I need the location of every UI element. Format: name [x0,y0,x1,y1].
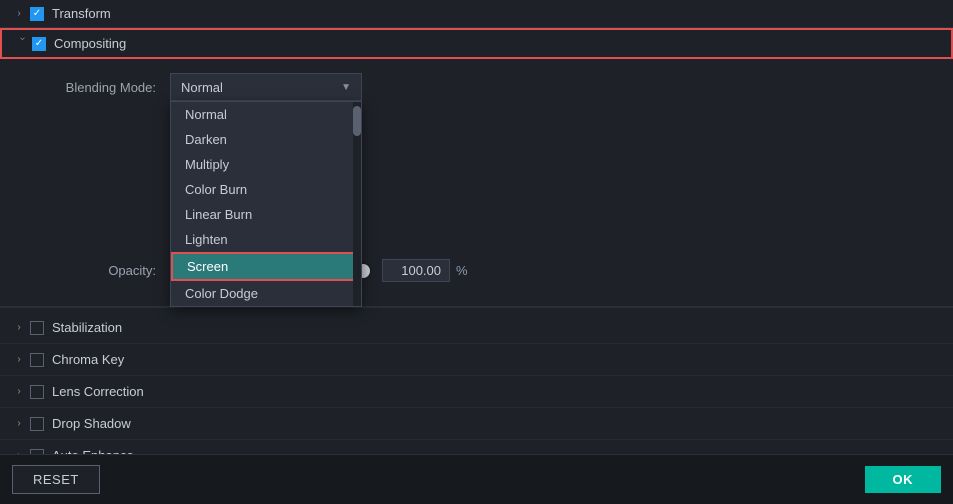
chroma-key-chevron: › [12,353,26,367]
blending-mode-dropdown[interactable]: Normal ▼ [170,73,362,101]
chroma-key-section[interactable]: › Chroma Key [0,344,953,376]
dropdown-scrollbar[interactable] [353,102,361,306]
blending-mode-value: Normal [181,80,223,95]
drop-shadow-label: Drop Shadow [52,416,131,431]
compositing-expanded: Blending Mode: Normal ▼ Normal Darken Mu… [0,59,953,307]
blending-mode-dropdown-container: Normal ▼ Normal Darken Multiply Color Bu… [170,73,362,101]
drop-shadow-chevron: › [12,417,26,431]
drop-shadow-section[interactable]: › Drop Shadow [0,408,953,440]
compositing-label: Compositing [54,36,126,51]
chroma-key-label: Chroma Key [52,352,124,367]
stabilization-label: Stabilization [52,320,122,335]
dropdown-item-color-burn[interactable]: Color Burn [171,177,361,202]
lens-correction-checkbox[interactable] [30,385,44,399]
lens-correction-label: Lens Correction [52,384,144,399]
lens-correction-chevron: › [12,385,26,399]
dropdown-item-normal[interactable]: Normal [171,102,361,127]
ok-button[interactable]: OK [865,466,942,493]
dropdown-item-linear-burn[interactable]: Linear Burn [171,202,361,227]
dropdown-item-color-dodge[interactable]: Color Dodge [171,281,361,306]
percent-label: % [456,263,468,278]
reset-button[interactable]: RESET [12,465,100,494]
compositing-section-header[interactable]: › Compositing [0,28,953,59]
stabilization-chevron: › [12,321,26,335]
transform-chevron: › [12,7,26,21]
dropdown-item-multiply[interactable]: Multiply [171,152,361,177]
dropdown-item-screen[interactable]: Screen [171,252,361,281]
transform-section[interactable]: › Transform [0,0,953,28]
dropdown-item-darken[interactable]: Darken [171,127,361,152]
dropdown-item-lighten[interactable]: Lighten [171,227,361,252]
blending-mode-menu: Normal Darken Multiply Color Burn Linear… [170,101,362,307]
blending-mode-label: Blending Mode: [50,80,170,95]
blending-mode-row: Blending Mode: Normal ▼ Normal Darken Mu… [50,73,953,101]
compositing-checkbox[interactable] [32,37,46,51]
compositing-chevron: › [14,37,28,51]
transform-label: Transform [52,6,111,21]
opacity-label: Opacity: [50,263,170,278]
transform-checkbox[interactable] [30,7,44,21]
stabilization-checkbox[interactable] [30,321,44,335]
footer: RESET OK [0,454,953,504]
chroma-key-checkbox[interactable] [30,353,44,367]
lens-correction-section[interactable]: › Lens Correction [0,376,953,408]
opacity-value[interactable]: 100.00 [382,259,450,282]
dropdown-scroll-thumb [353,106,361,136]
stabilization-section[interactable]: › Stabilization [0,312,953,344]
drop-shadow-checkbox[interactable] [30,417,44,431]
dropdown-arrow-icon: ▼ [341,82,351,93]
other-sections: › Stabilization › Chroma Key › Lens Corr… [0,308,953,476]
main-container: › Transform › Compositing Blending Mode:… [0,0,953,504]
content-area: › Transform › Compositing Blending Mode:… [0,0,953,504]
